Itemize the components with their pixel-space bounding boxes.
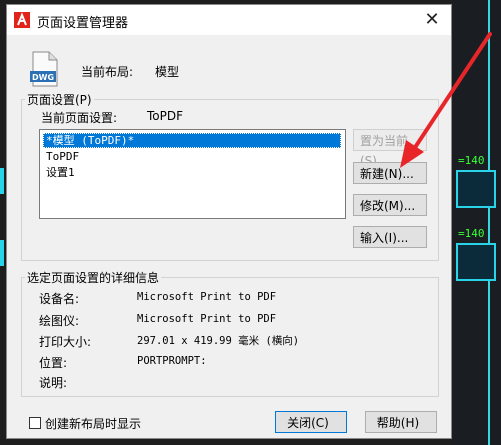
red-annotation-arrow [400, 32, 492, 168]
